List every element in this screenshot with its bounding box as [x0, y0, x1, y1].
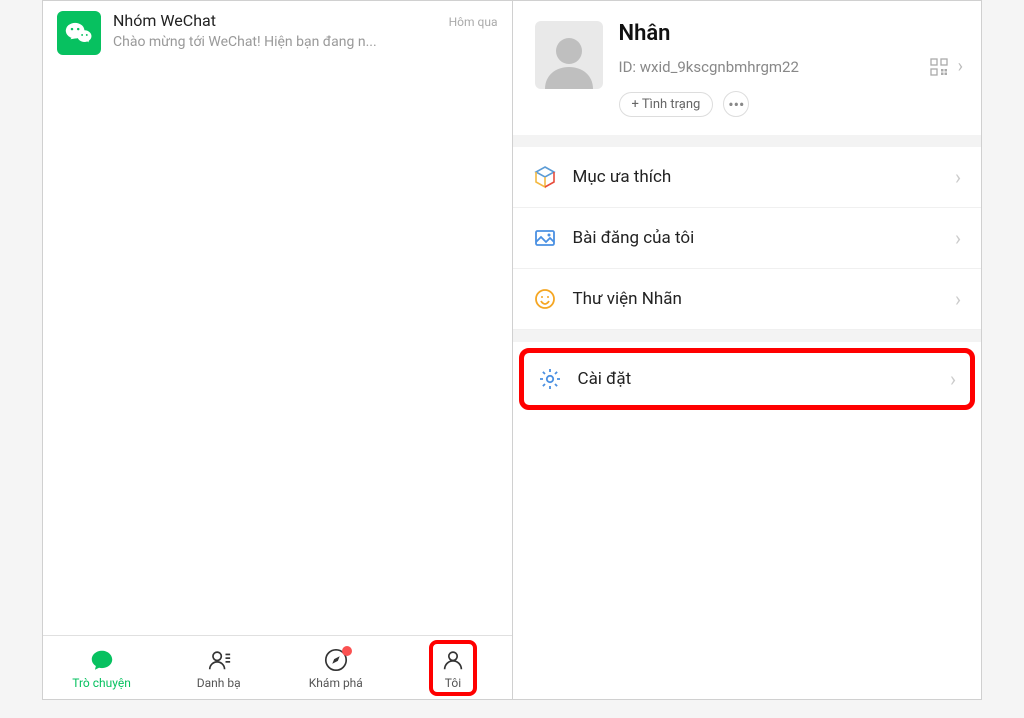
highlight-annotation: Tôi: [429, 640, 477, 696]
chat-bubble-icon: [88, 646, 116, 674]
chat-preview: Chào mừng tới WeChat! Hiện bạn đang n...: [113, 34, 498, 50]
menu-label: Thư viện Nhãn: [573, 289, 939, 309]
wechat-icon: [57, 11, 101, 55]
gear-icon: [538, 367, 562, 391]
chat-timestamp: Hôm qua: [449, 15, 498, 29]
tab-label: Danh bạ: [197, 676, 241, 690]
qr-code-icon[interactable]: [930, 58, 948, 76]
status-button[interactable]: + Tình trạng: [619, 92, 714, 117]
menu-label: Bài đăng của tôi: [573, 228, 939, 248]
chat-item-wechat-team[interactable]: Nhóm WeChat Hôm qua Chào mừng tới WeChat…: [43, 1, 512, 65]
chat-item-body: Nhóm WeChat Hôm qua Chào mừng tới WeChat…: [113, 11, 498, 50]
menu-item-posts[interactable]: Bài đăng của tôi ›: [513, 208, 982, 269]
person-icon: [439, 646, 467, 674]
profile-info: Nhân ID: wxid_9kscgnbmhrgm22: [619, 21, 964, 117]
left-pane: Nhóm WeChat Hôm qua Chào mừng tới WeChat…: [43, 1, 513, 699]
contacts-icon: [205, 646, 233, 674]
menu-list: Mục ưa thích › Bài đăng của tôi ›: [513, 147, 982, 416]
tab-discover[interactable]: Khám phá: [277, 636, 394, 699]
avatar: [535, 21, 603, 89]
tab-label: Tôi: [445, 676, 461, 690]
tab-me[interactable]: Tôi: [394, 636, 511, 699]
right-pane: Nhân ID: wxid_9kscgnbmhrgm22: [513, 1, 982, 699]
chat-list: Nhóm WeChat Hôm qua Chào mừng tới WeChat…: [43, 1, 512, 635]
profile-name: Nhân: [619, 21, 964, 46]
tab-label: Trò chuyện: [72, 676, 131, 690]
image-icon: [533, 226, 557, 250]
chevron-right-icon: ›: [950, 367, 956, 391]
notification-dot-icon: [342, 646, 352, 656]
profile-header[interactable]: Nhân ID: wxid_9kscgnbmhrgm22: [513, 1, 982, 135]
menu-item-favorites[interactable]: Mục ưa thích ›: [513, 147, 982, 208]
status-button-label: + Tình trạng: [632, 97, 701, 112]
smiley-icon: [533, 287, 557, 311]
chevron-right-icon: ›: [958, 56, 963, 77]
compass-icon: [322, 646, 350, 674]
menu-item-stickers[interactable]: Thư viện Nhãn ›: [513, 269, 982, 330]
profile-id: ID: wxid_9kscgnbmhrgm22: [619, 58, 920, 76]
chevron-right-icon: ›: [955, 287, 961, 311]
menu-label: Cài đặt: [578, 369, 934, 389]
app-container: Nhóm WeChat Hôm qua Chào mừng tới WeChat…: [42, 0, 982, 700]
menu-label: Mục ưa thích: [573, 167, 939, 187]
bottom-tab-bar: Trò chuyện Danh bạ: [43, 635, 512, 699]
section-divider: [513, 330, 982, 342]
menu-item-settings[interactable]: Cài đặt ›: [519, 348, 976, 410]
cube-icon: [533, 165, 557, 189]
dots-icon: •••: [728, 95, 744, 114]
tab-label: Khám phá: [309, 676, 363, 690]
chevron-right-icon: ›: [955, 165, 961, 189]
chevron-right-icon: ›: [955, 226, 961, 250]
chat-title: Nhóm WeChat: [113, 11, 216, 30]
tab-contacts[interactable]: Danh bạ: [160, 636, 277, 699]
more-button[interactable]: •••: [723, 91, 749, 117]
tab-chats[interactable]: Trò chuyện: [43, 636, 160, 699]
section-divider: [513, 135, 982, 147]
